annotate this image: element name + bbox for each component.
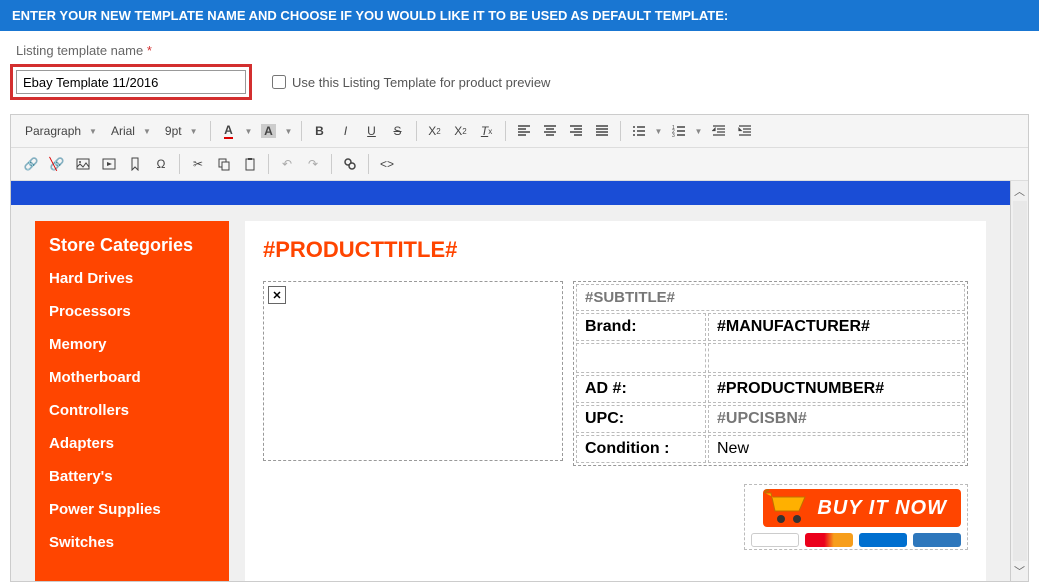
template-header-bar: [11, 181, 1010, 205]
sidebar-item[interactable]: Hard Drives: [49, 270, 215, 287]
font-select[interactable]: Arial▼: [105, 122, 157, 140]
chevron-down-icon: ▼: [143, 127, 151, 136]
editor-scrollbar[interactable]: ︿ ﹀: [1010, 181, 1028, 581]
sidebar-item[interactable]: Controllers: [49, 402, 215, 419]
find-replace-button[interactable]: [338, 152, 362, 176]
detail-value: New: [708, 435, 965, 463]
image-button[interactable]: [71, 152, 95, 176]
sidebar-item[interactable]: Memory: [49, 336, 215, 353]
page-banner: ENTER YOUR NEW TEMPLATE NAME AND CHOOSE …: [0, 0, 1039, 31]
align-justify-button[interactable]: [590, 119, 614, 143]
sidebar-item[interactable]: Adapters: [49, 435, 215, 452]
cart-icon: [759, 479, 811, 531]
store-categories-sidebar: Store Categories Hard Drives Processors …: [35, 221, 229, 581]
align-right-button[interactable]: [564, 119, 588, 143]
rich-text-editor: Paragraph▼ Arial▼ 9pt▼ A▼ A▼ B I U S X2 …: [10, 114, 1029, 582]
editor-toolbar-row-2: 🔗 🔗╲ Ω ✂ ↶ ↷ <>: [11, 148, 1028, 181]
sidebar-item[interactable]: Power Supplies: [49, 501, 215, 518]
scroll-up-icon[interactable]: ︿: [1014, 183, 1025, 199]
buy-it-now-button[interactable]: BUY IT NOW: [763, 489, 961, 527]
detail-label: Condition :: [576, 435, 706, 463]
copy-button[interactable]: [212, 152, 236, 176]
template-name-label: Listing template name *: [16, 43, 152, 58]
detail-label: UPC:: [576, 405, 706, 433]
unlink-button[interactable]: 🔗╲: [45, 152, 69, 176]
superscript-button[interactable]: X2: [449, 119, 473, 143]
sidebar-item[interactable]: Battery's: [49, 468, 215, 485]
special-char-button[interactable]: Ω: [149, 152, 173, 176]
bg-color-dropdown[interactable]: ▼: [283, 119, 295, 143]
number-list-button[interactable]: 123: [667, 119, 691, 143]
editor-toolbar-row-1: Paragraph▼ Arial▼ 9pt▼ A▼ A▼ B I U S X2 …: [11, 115, 1028, 148]
sidebar-item[interactable]: Switches: [49, 534, 215, 551]
default-template-checkbox[interactable]: [272, 75, 286, 89]
subscript-button[interactable]: X2: [423, 119, 447, 143]
template-main-panel: #PRODUCTTITLE# ✕ #SUBTITLE# Brand:#MANUF…: [245, 221, 986, 581]
align-center-button[interactable]: [538, 119, 562, 143]
bg-color-button[interactable]: A: [257, 119, 281, 143]
cut-button[interactable]: ✂: [186, 152, 210, 176]
strikethrough-button[interactable]: S: [386, 119, 410, 143]
default-template-checkbox-label: Use this Listing Template for product pr…: [292, 75, 550, 90]
editor-canvas[interactable]: Store Categories Hard Drives Processors …: [11, 181, 1010, 581]
bold-button[interactable]: B: [308, 119, 332, 143]
detail-label: Brand:: [576, 313, 706, 341]
subtitle-placeholder: #SUBTITLE#: [576, 284, 965, 311]
chevron-down-icon: ▼: [190, 127, 198, 136]
outdent-button[interactable]: [707, 119, 731, 143]
chevron-down-icon: ▼: [89, 127, 97, 136]
svg-text:3: 3: [672, 133, 675, 138]
detail-value: #PRODUCTNUMBER#: [708, 375, 965, 403]
clear-format-button[interactable]: Tx: [475, 119, 499, 143]
required-mark: *: [147, 43, 152, 58]
text-color-button[interactable]: A: [217, 119, 241, 143]
text-color-dropdown[interactable]: ▼: [243, 119, 255, 143]
template-name-input[interactable]: [16, 70, 246, 94]
payment-icons: [751, 533, 961, 547]
bullet-list-dropdown[interactable]: ▼: [653, 119, 665, 143]
source-code-button[interactable]: <>: [375, 152, 399, 176]
media-button[interactable]: [97, 152, 121, 176]
product-title-placeholder: #PRODUCTTITLE#: [263, 237, 968, 263]
bullet-list-button[interactable]: [627, 119, 651, 143]
align-left-button[interactable]: [512, 119, 536, 143]
product-image-placeholder: ✕: [263, 281, 563, 461]
product-details-table: #SUBTITLE# Brand:#MANUFACTURER# AD #:#PR…: [573, 281, 968, 466]
broken-image-icon: ✕: [268, 286, 286, 304]
detail-value: #MANUFACTURER#: [708, 313, 965, 341]
buy-button-label: BUY IT NOW: [817, 497, 947, 520]
link-button[interactable]: 🔗: [19, 152, 43, 176]
underline-button[interactable]: U: [360, 119, 384, 143]
undo-button[interactable]: ↶: [275, 152, 299, 176]
sidebar-title: Store Categories: [49, 235, 215, 256]
fontsize-select[interactable]: 9pt▼: [159, 122, 204, 140]
scroll-down-icon[interactable]: ﹀: [1014, 563, 1025, 579]
sidebar-item[interactable]: Motherboard: [49, 369, 215, 386]
template-name-highlight: [10, 64, 252, 100]
number-list-dropdown[interactable]: ▼: [693, 119, 705, 143]
detail-label: AD #:: [576, 375, 706, 403]
default-template-checkbox-wrap[interactable]: Use this Listing Template for product pr…: [272, 75, 550, 90]
paragraph-select[interactable]: Paragraph▼: [19, 122, 103, 140]
sidebar-item[interactable]: Processors: [49, 303, 215, 320]
paste-button[interactable]: [238, 152, 262, 176]
redo-button[interactable]: ↷: [301, 152, 325, 176]
detail-value: #UPCISBN#: [708, 405, 965, 433]
indent-button[interactable]: [733, 119, 757, 143]
italic-button[interactable]: I: [334, 119, 358, 143]
bookmark-button[interactable]: [123, 152, 147, 176]
